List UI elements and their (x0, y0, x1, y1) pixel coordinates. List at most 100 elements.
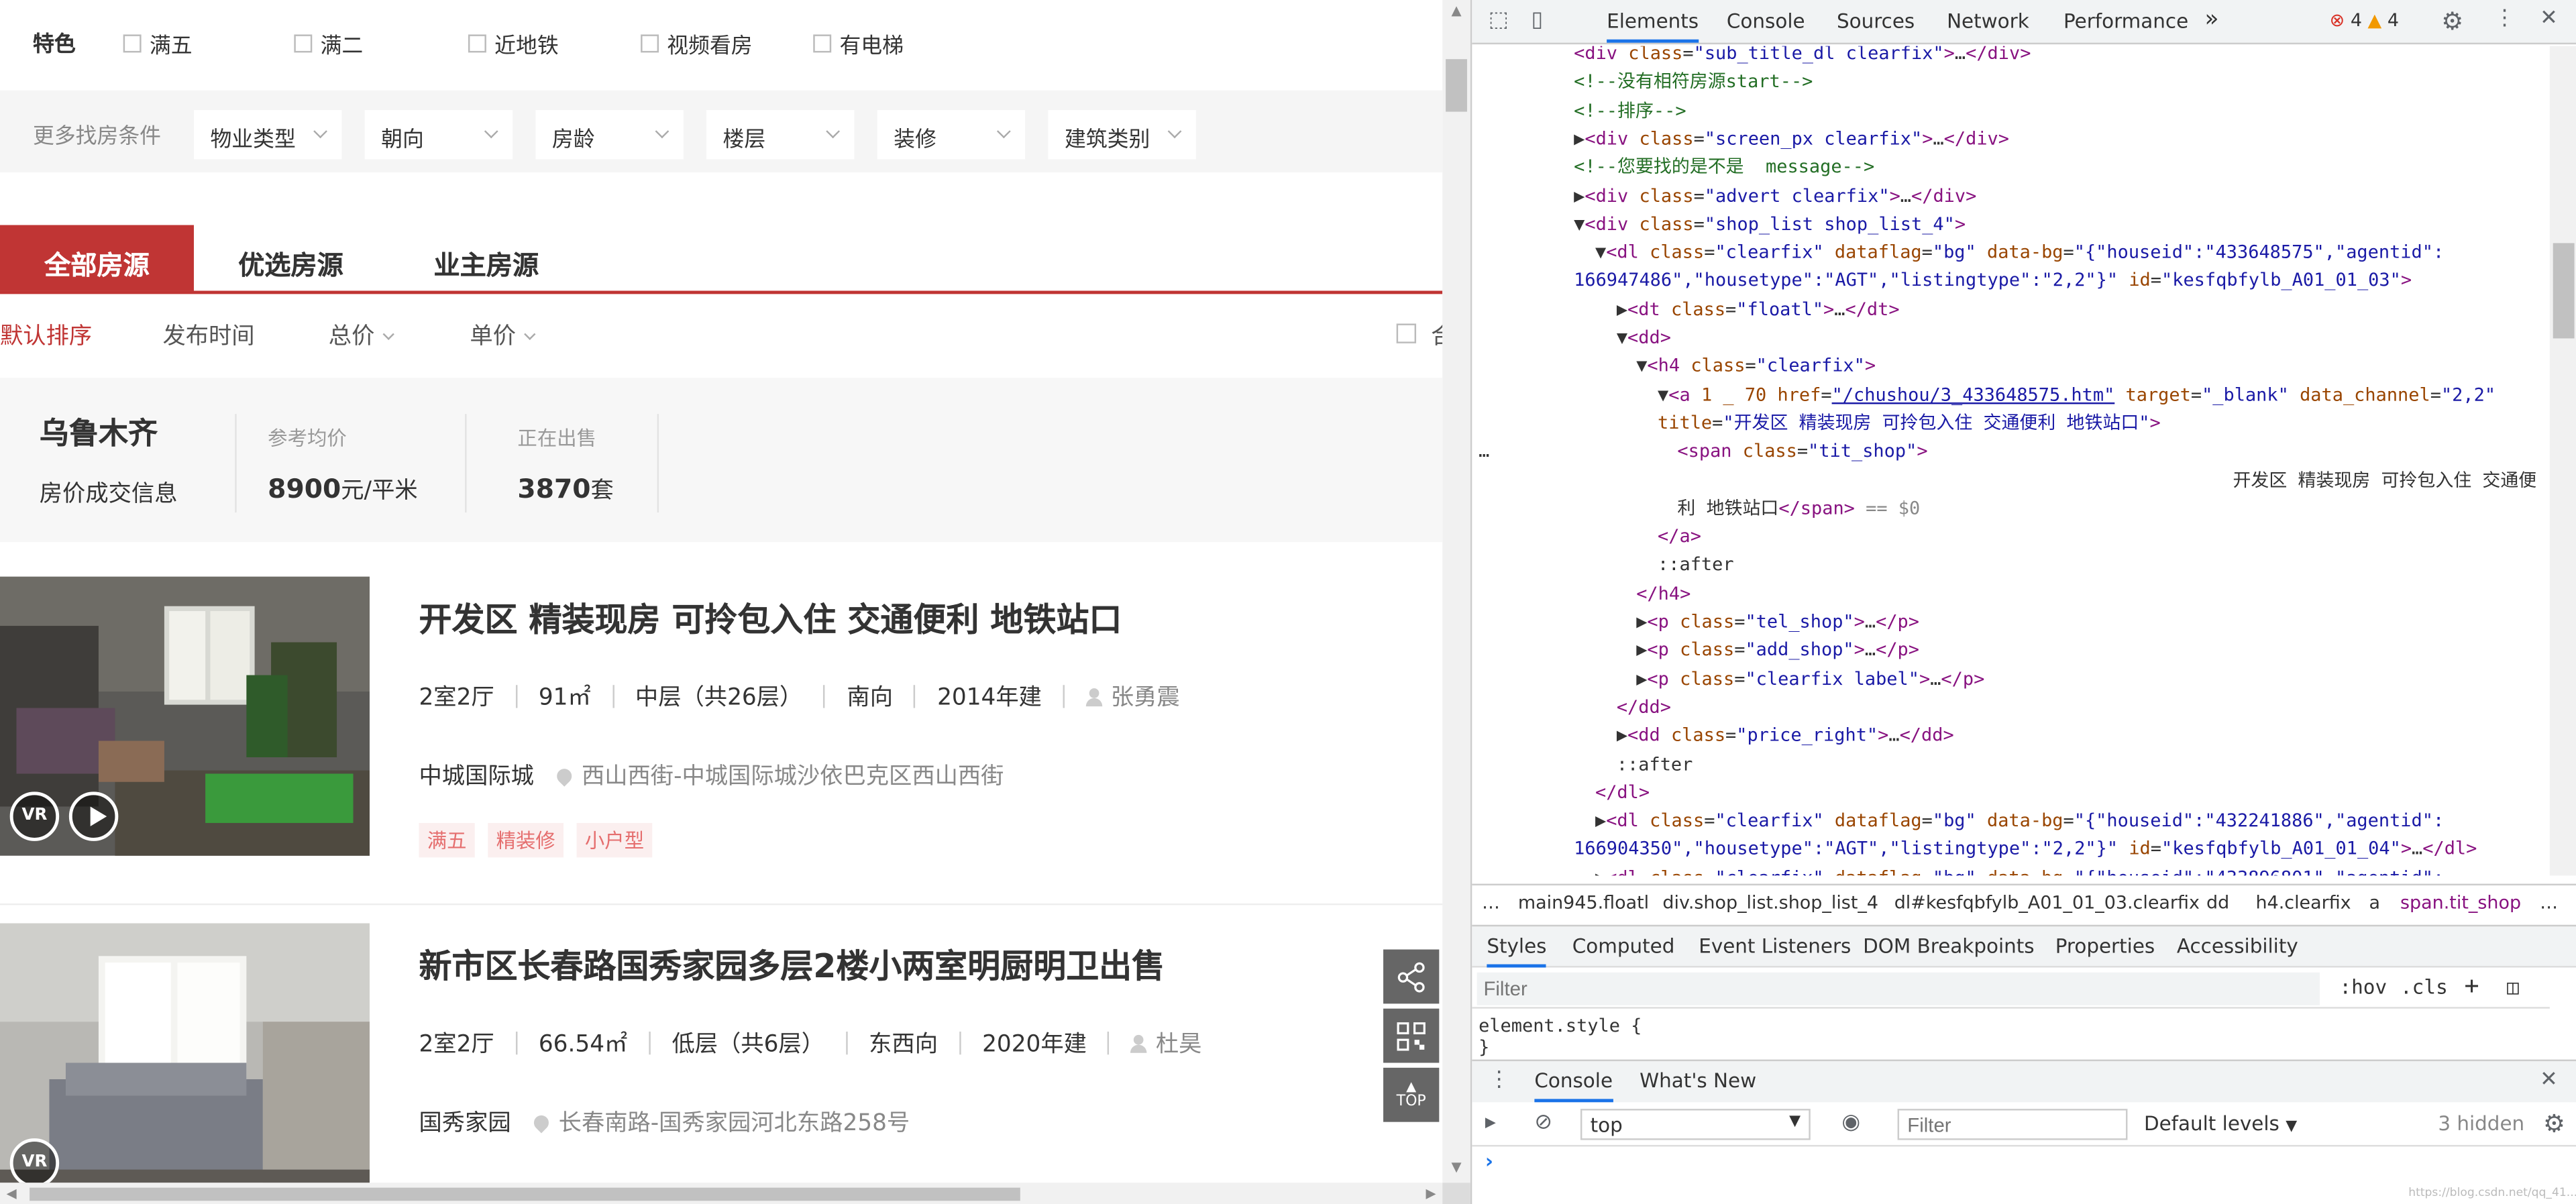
tab-performance[interactable]: Performance (2063, 10, 2188, 33)
tab-console[interactable]: Console (1727, 10, 1805, 33)
share-button[interactable] (1383, 949, 1440, 1004)
listing-photo[interactable]: VR (0, 923, 370, 1183)
feature-option-checkbox[interactable]: 满五 (123, 28, 193, 59)
scrollbar-thumb[interactable] (2553, 243, 2575, 339)
tab-all-listings[interactable]: 全部房源 (0, 225, 194, 291)
listing-item[interactable]: VR 新市区长春路国秀家园多层2楼小两室明厨明卫出售 2室2厅 66.54㎡ 低… (0, 923, 1442, 1183)
styles-tab[interactable]: Properties (2055, 934, 2155, 957)
filter-dropdown[interactable]: 楼层 (706, 110, 855, 160)
context-select[interactable]: top ▼ (1580, 1109, 1811, 1140)
listing-agent[interactable]: 杜昊 (1156, 1027, 1202, 1060)
dom-tree[interactable]: <div class="sub_title_dl clearfix">…</di… (1472, 46, 2550, 876)
listing-community[interactable]: 国秀家园 (419, 1105, 511, 1138)
breadcrumb-item[interactable]: dl#kesfqbfylb_A01_01_03.clearfix (1894, 892, 2200, 914)
checkbox-icon[interactable] (123, 34, 142, 53)
deal-info-link[interactable]: 房价成交信息 (40, 476, 178, 509)
sort-default[interactable]: 默认排序 (0, 319, 92, 351)
feature-option-checkbox[interactable]: 近地铁 (468, 28, 559, 59)
listing-item[interactable]: VR 开发区 精装现房 可拎包入住 交通便利 地铁站口 2室2厅 91㎡ 中层（… (0, 576, 1443, 906)
scroll-right-icon[interactable]: ▶ (1419, 1183, 1442, 1204)
kebab-menu-icon[interactable]: ⋮ (1489, 1068, 1510, 1093)
tab-owner-listings[interactable]: 业主房源 (388, 225, 585, 291)
video-play-icon[interactable] (68, 791, 119, 841)
filter-dropdown[interactable]: 装修 (877, 110, 1026, 160)
breadcrumb-item[interactable]: div.shop_list.shop_list_4 (1662, 892, 1878, 914)
scroll-left-icon[interactable]: ◀ (0, 1183, 23, 1204)
inspect-element-icon[interactable]: ⬚ (1489, 8, 1509, 33)
drawer-tab-console[interactable]: Console (1534, 1069, 1613, 1103)
hover-state-button[interactable]: :hov (2339, 976, 2387, 999)
dom-tree-scrollbar[interactable] (2549, 46, 2576, 876)
back-to-top-button[interactable]: ▲ TOP (1383, 1067, 1440, 1122)
breadcrumb-item[interactable]: dd (2206, 892, 2229, 914)
feature-option-checkbox[interactable]: 有电梯 (813, 28, 904, 59)
gear-icon[interactable]: ⚙ (2543, 1109, 2565, 1138)
styles-tab[interactable]: Computed (1572, 934, 1675, 957)
styles-tab[interactable]: Accessibility (2177, 934, 2298, 957)
checkbox-icon[interactable] (813, 34, 832, 53)
dom-node-text: ▶<div class="advert clearfix">…</div> (1574, 184, 1977, 207)
sort-unit-price[interactable]: 单价 (470, 319, 536, 351)
scrollbar-thumb[interactable] (1446, 59, 1467, 112)
tab-elements[interactable]: Elements (1607, 10, 1699, 43)
breadcrumb-item[interactable]: a (2369, 892, 2380, 914)
filter-dropdown[interactable]: 物业类型 (193, 110, 342, 160)
feature-option-checkbox[interactable]: 视频看房 (641, 28, 753, 59)
styles-filter-input[interactable] (1477, 972, 2320, 1005)
clear-console-icon[interactable]: ⊘ (1534, 1111, 1552, 1136)
node-actions-icon[interactable]: … (1479, 437, 1489, 466)
issue-counter[interactable]: ⊗ 4 ▲ 4 (2330, 10, 2399, 32)
sort-total-price[interactable]: 总价 (329, 319, 394, 351)
styles-tab[interactable]: Event Listeners (1699, 934, 1851, 957)
styles-tab[interactable]: DOM Breakpoints (1863, 934, 2034, 957)
drawer-tab-whats-new[interactable]: What's New (1640, 1069, 1756, 1092)
scrollbar-thumb[interactable] (30, 1187, 1020, 1201)
breadcrumb-item[interactable]: … (1482, 892, 1500, 914)
sidebar-toggle-icon[interactable]: ◫ (2507, 976, 2519, 999)
close-icon[interactable]: ✕ (2540, 1068, 2558, 1093)
styles-tab[interactable]: Styles (1487, 934, 1547, 968)
listing-title[interactable]: 新市区长春路国秀家园多层2楼小两室明厨明卫出售 (419, 940, 1165, 987)
gear-icon[interactable]: ⚙ (2441, 7, 2463, 36)
filter-dropdown[interactable]: 建筑类别 (1048, 110, 1196, 160)
scroll-up-icon[interactable]: ▲ (1442, 0, 1470, 23)
element-style-selector: element.style { (1479, 1015, 1642, 1037)
checkbox-icon[interactable] (468, 34, 486, 53)
eye-icon[interactable]: ◉ (1841, 1111, 1860, 1136)
console-prompt[interactable]: › (1485, 1150, 1493, 1172)
listing-photo[interactable]: VR (0, 576, 370, 856)
breadcrumb-item[interactable]: h4.clearfix (2255, 892, 2351, 914)
sidebar-toggle-icon[interactable]: ▸ (1485, 1111, 1496, 1136)
listing-agent[interactable]: 张勇震 (1111, 680, 1180, 713)
log-levels-label: Default levels (2143, 1111, 2279, 1136)
breadcrumb-item[interactable]: main945.floatl (1518, 892, 1649, 914)
page-vertical-scrollbar[interactable]: ▲ ▼ (1442, 0, 1470, 1183)
feature-option-checkbox[interactable]: 满二 (294, 28, 363, 59)
add-rule-icon[interactable]: + (2464, 971, 2479, 1000)
listing-title[interactable]: 开发区 精装现房 可拎包入住 交通便利 地铁站口 (419, 593, 1122, 641)
console-filter-input[interactable] (1897, 1109, 2128, 1140)
tab-sources[interactable]: Sources (1837, 10, 1915, 33)
checkbox-icon[interactable] (641, 34, 659, 53)
checkbox-icon[interactable] (294, 34, 313, 53)
close-icon[interactable]: ✕ (2540, 7, 2558, 32)
filter-dropdown[interactable]: 房龄 (535, 110, 684, 160)
breadcrumb-item[interactable]: … (2540, 892, 2558, 914)
device-toolbar-icon[interactable]: ▯ (1531, 8, 1543, 33)
sort-checkbox[interactable] (1396, 323, 1417, 343)
kebab-menu-icon[interactable]: ⋮ (2494, 7, 2516, 32)
page-horizontal-scrollbar[interactable]: ◀ ▶ (0, 1183, 1443, 1204)
log-levels-dropdown[interactable]: Default levels ▼ (2144, 1112, 2297, 1135)
vr-badge-icon[interactable]: VR (9, 791, 60, 841)
class-toggle-button[interactable]: .cls (2400, 976, 2448, 999)
sort-publish-time[interactable]: 发布时间 (162, 319, 254, 351)
breadcrumb-item[interactable]: span.tit_shop (2400, 892, 2521, 914)
filter-dropdown[interactable]: 朝向 (364, 110, 513, 160)
tab-preferred-listings[interactable]: 优选房源 (194, 225, 388, 291)
listing-community[interactable]: 中城国际城 (419, 759, 533, 791)
tab-network[interactable]: Network (1947, 10, 2029, 33)
more-tabs-icon[interactable]: » (2205, 7, 2219, 33)
scroll-down-icon[interactable]: ▼ (1442, 1156, 1470, 1179)
vr-badge-icon[interactable]: VR (9, 1138, 60, 1183)
qr-code-button[interactable] (1383, 1008, 1440, 1063)
